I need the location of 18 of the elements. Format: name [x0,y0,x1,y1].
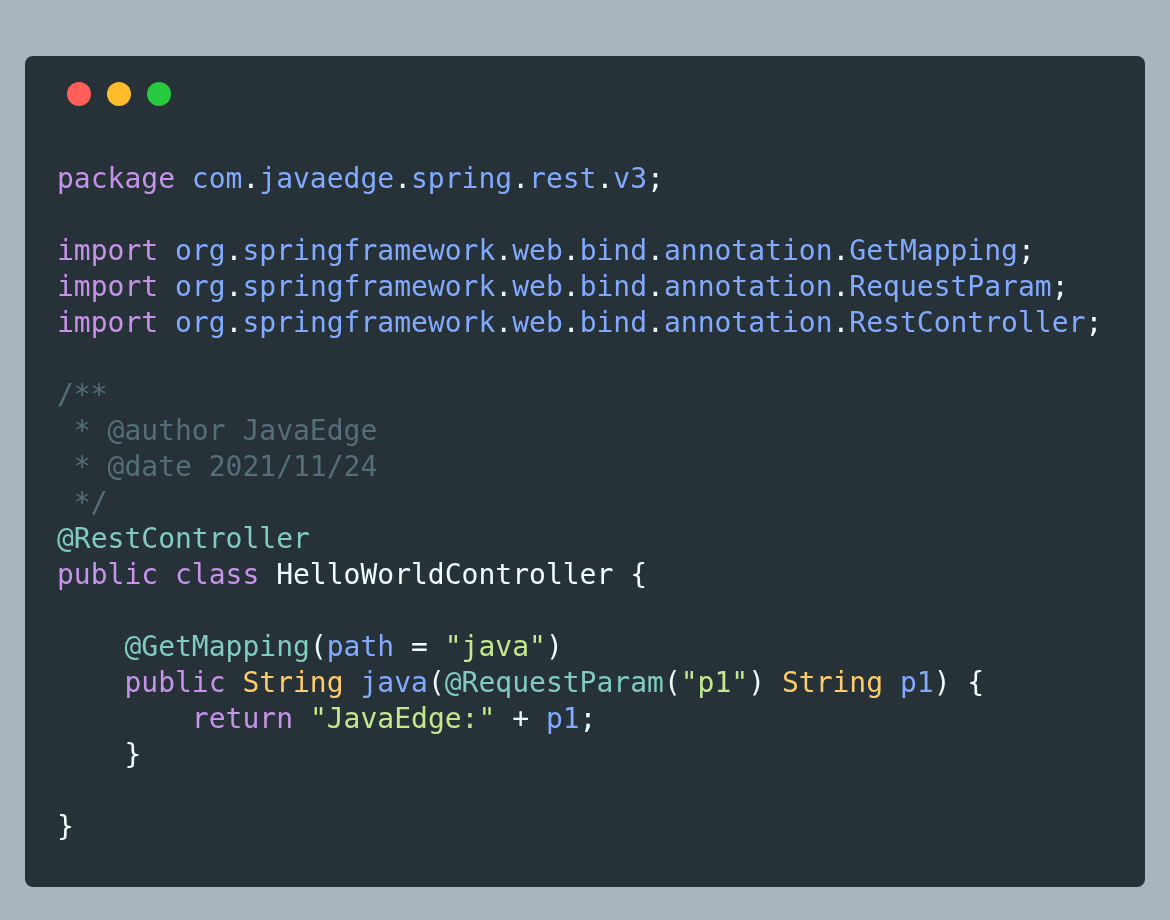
code-line: * @author JavaEdge [72,413,379,449]
code-line: import org.springframework.web.bind.annotation.RestController; [57,305,1104,341]
code-line: import org.springframework.web.bind.annotation.GetMapping; [57,233,1036,269]
code-line: /** [57,377,109,413]
code-line: } [57,809,75,845]
code-line: return "JavaEdge:" + p1; [190,701,598,737]
window-control-icon[interactable] [107,82,131,106]
code-line: * @date 2021/11/24 [72,449,379,485]
window-control-icon[interactable] [67,82,91,106]
window-control-icon[interactable] [147,82,171,106]
code-line: public class HelloWorldController { [57,557,649,593]
code-line: @RestController [57,521,311,557]
code-line: import org.springframework.web.bind.annotation.RequestParam; [57,269,1070,305]
code-line: package com.javaedge.spring.rest.v3; [57,161,665,197]
code-line: } [123,737,143,773]
code-line: @GetMapping(path = "java") [123,629,564,665]
code-line: public String java(@RequestParam("p1") String p1) { [123,665,986,701]
code-line: */ [72,485,109,521]
